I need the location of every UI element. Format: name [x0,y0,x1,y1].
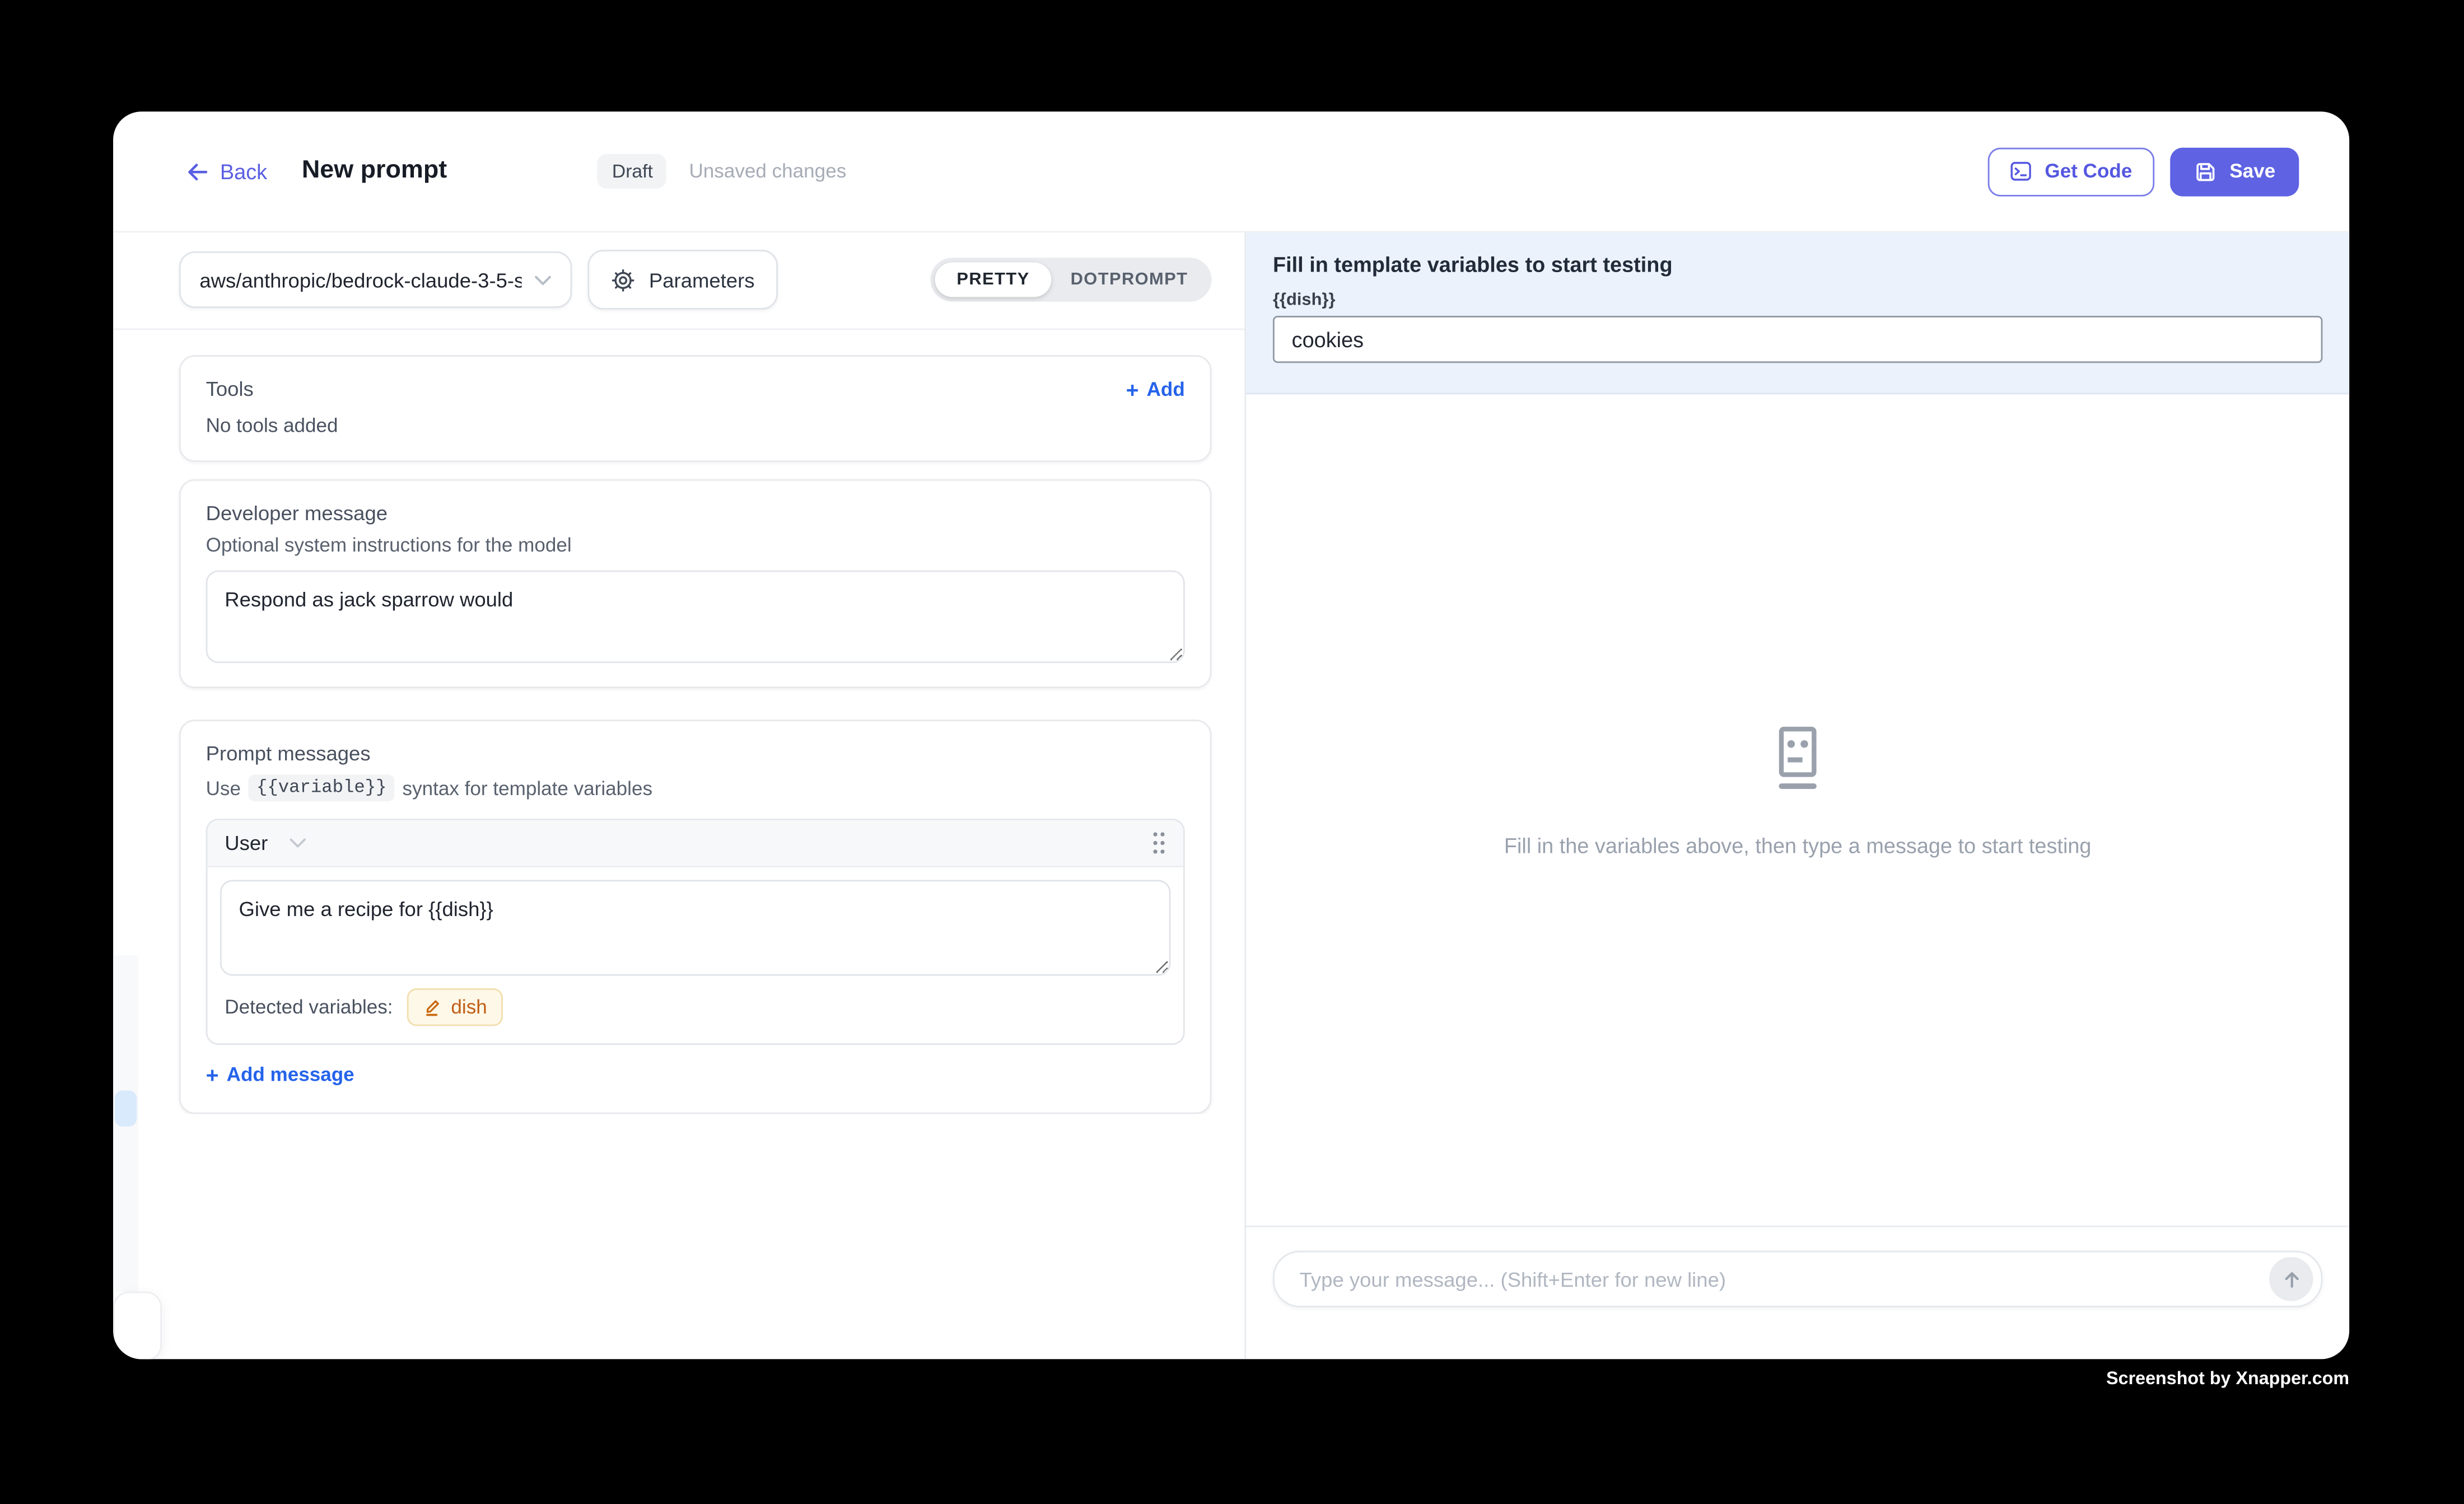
plus-icon: + [1126,378,1139,400]
background-rail-highlight [115,1090,137,1127]
variable-code-chip: {{variable}} [249,774,394,801]
chat-empty-state: Fill in the variables above, then type a… [1246,394,2349,1225]
app-window: Back New prompt Draft Unsaved changes Ge… [113,111,2349,1359]
chat-input-pill [1273,1251,2322,1307]
chat-input-bar [1246,1226,2349,1360]
role-value: User [225,831,268,854]
save-label: Save [2229,160,2275,182]
add-tool-button[interactable]: + Add [1126,378,1185,400]
status-badge: Draft [598,154,668,189]
developer-message-textarea[interactable]: Respond as jack sparrow would [206,571,1185,664]
developer-message-card: Developer message Optional system instru… [179,479,1212,688]
variable-badge-dish[interactable]: dish [407,988,503,1026]
variable-dish-label: {{dish}} [1273,291,2322,310]
toggle-option-dotprompt[interactable]: DOTPROMPT [1052,263,1207,297]
message-block: User [206,819,1185,1045]
model-toolbar: aws/anthropic/bedrock-claude-3-5-s... Pa… [113,232,1244,330]
pencil-icon [423,998,442,1017]
empty-state-text: Fill in the variables above, then type a… [1504,834,2092,857]
chat-message-input[interactable] [1296,1265,2269,1292]
tools-empty-text: No tools added [206,415,1185,437]
drag-handle[interactable] [1152,831,1166,854]
page-title: New prompt [302,157,447,186]
watermark-text: Screenshot by Xnapper.com [2106,1370,2349,1389]
robot-face-icon [1766,725,1829,794]
developer-card-subtitle: Optional system instructions for the mod… [206,534,1185,556]
prompt-card-title: Prompt messages [206,741,1185,765]
view-mode-toggle: PRETTY DOTPROMPT [930,258,1212,302]
developer-card-title: Developer message [206,501,1185,525]
arrow-left-icon [185,160,209,183]
detected-variables-label: Detected variables: [225,996,393,1018]
role-select[interactable]: User [225,831,307,854]
save-floppy-icon [2194,160,2217,183]
get-code-button[interactable]: Get Code [1988,147,2154,195]
tools-card-title: Tools [206,377,254,400]
hint-suffix: syntax for template variables [403,777,652,799]
chevron-down-icon [534,274,552,286]
save-button[interactable]: Save [2170,147,2299,195]
app-header: Back New prompt Draft Unsaved changes Ge… [113,111,2349,232]
variable-badge-label: dish [451,996,487,1018]
prompt-messages-card: Prompt messages Use {{variable}} syntax … [179,720,1212,1114]
add-message-label: Add message [227,1064,354,1086]
tools-card: Tools + Add No tools added [179,355,1212,462]
parameters-button[interactable]: Parameters [587,250,778,310]
add-message-button[interactable]: + Add message [206,1064,1185,1086]
send-button[interactable] [2269,1257,2313,1301]
parameters-label: Parameters [649,268,755,291]
get-code-label: Get Code [2045,160,2132,182]
model-select-value: aws/anthropic/bedrock-claude-3-5-s... [199,268,521,291]
prompt-editor-panel: aws/anthropic/bedrock-claude-3-5-s... Pa… [113,232,1246,1359]
gear-icon [612,268,635,291]
screenshot-frame: Back New prompt Draft Unsaved changes Ge… [0,0,2464,1503]
detected-variables-row: Detected variables: dish [220,988,1171,1031]
toggle-option-pretty[interactable]: PRETTY [935,263,1052,297]
hint-prefix: Use [206,777,241,799]
unsaved-changes-text: Unsaved changes [689,160,846,182]
variables-panel-title: Fill in template variables to start test… [1273,253,2322,277]
back-button[interactable]: Back [185,160,267,183]
variable-syntax-hint: Use {{variable}} syntax for template var… [206,774,1185,801]
model-select[interactable]: aws/anthropic/bedrock-claude-3-5-s... [179,251,572,308]
add-tool-label: Add [1147,378,1185,400]
test-panel: Fill in template variables to start test… [1246,232,2349,1359]
arrow-up-icon [2279,1267,2303,1291]
template-variables-panel: Fill in template variables to start test… [1246,232,2349,394]
chevron-down-icon [290,838,307,849]
plus-icon: + [206,1064,219,1086]
back-label: Back [220,160,267,183]
message-header: User [207,820,1183,867]
variable-dish-input[interactable] [1273,316,2322,363]
background-corner-card [113,1292,162,1360]
message-textarea[interactable]: Give me a recipe for {{dish}} [220,880,1171,975]
terminal-icon [2010,160,2032,182]
